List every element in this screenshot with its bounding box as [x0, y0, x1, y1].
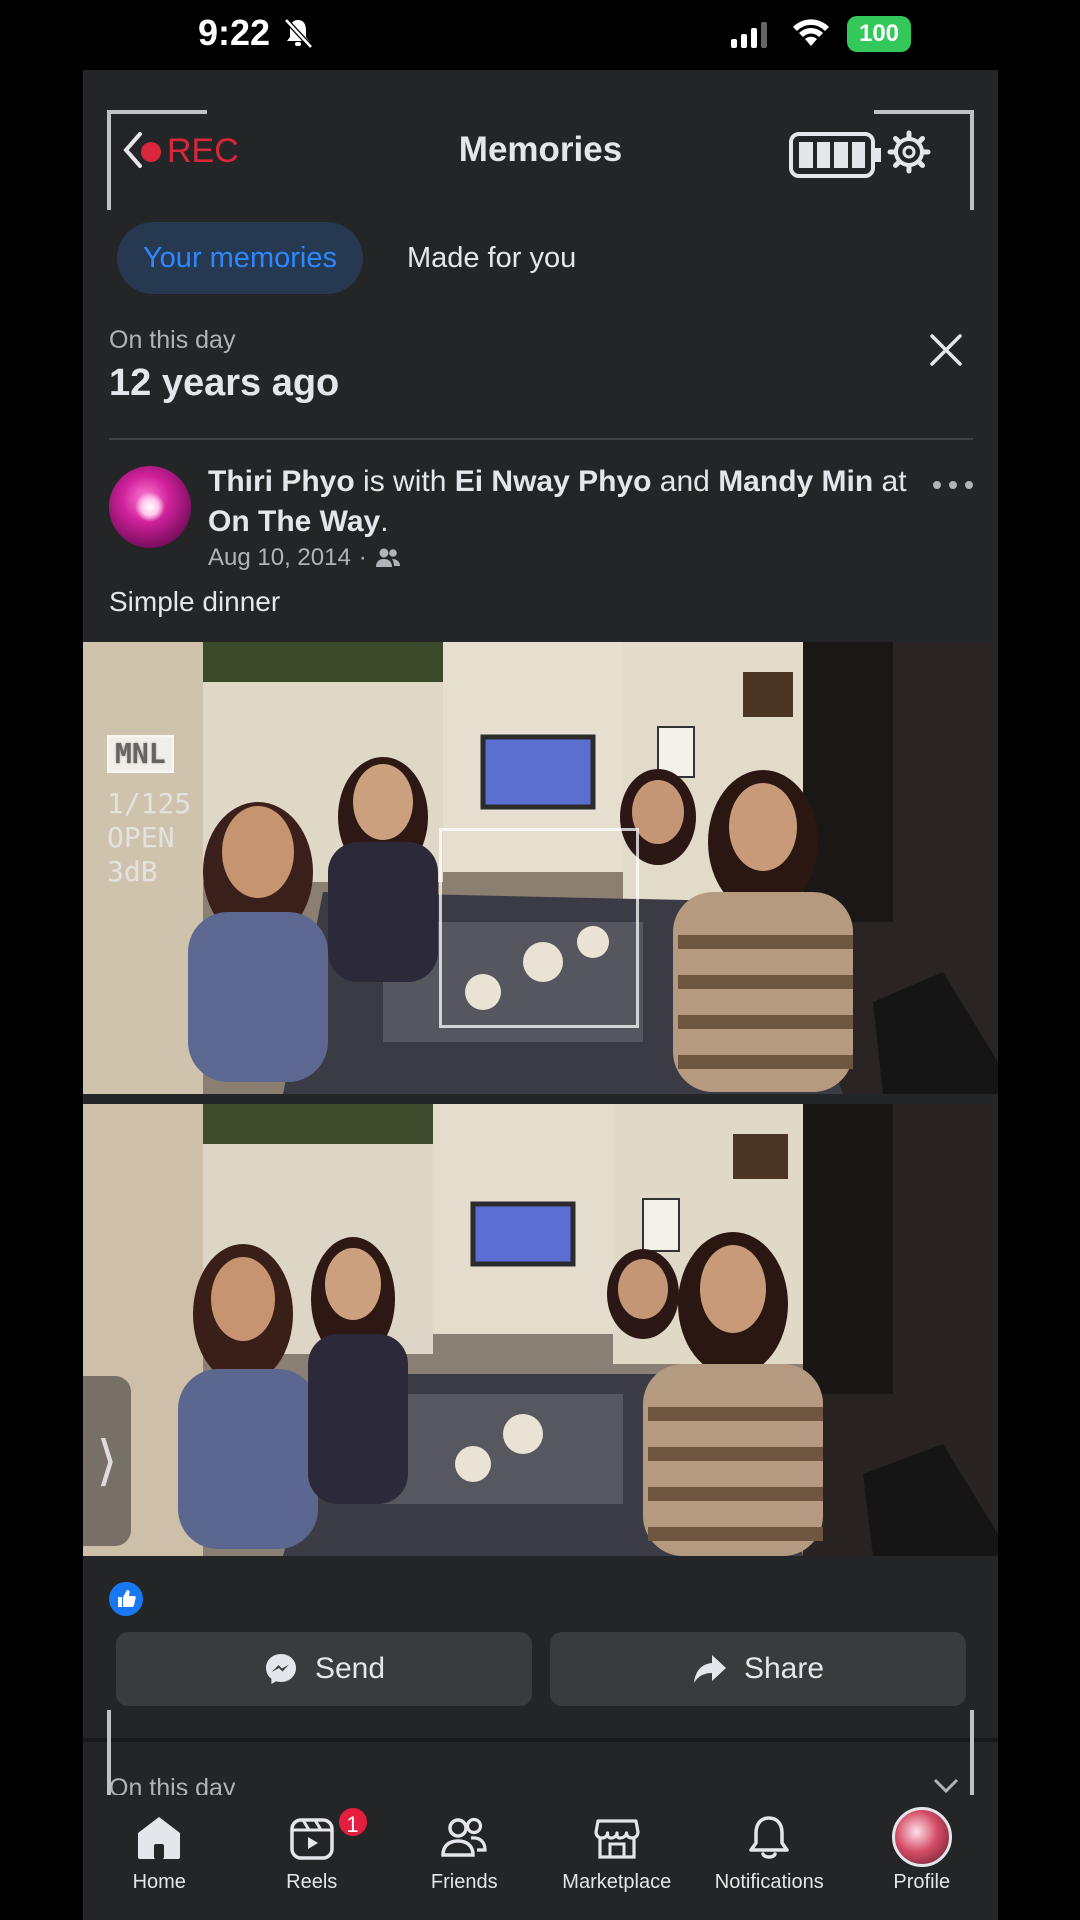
nav-home[interactable]: Home [83, 1795, 236, 1920]
status-bar: 9:22 100 [83, 0, 998, 70]
nav-reels[interactable]: 1 Reels [236, 1795, 389, 1920]
reels-badge: 1 [335, 1805, 370, 1839]
photo-gap [83, 1094, 998, 1104]
nav-label: Reels [286, 1871, 338, 1893]
share-arrow-icon [693, 1655, 726, 1683]
manual-mode-badge: MNL [107, 735, 174, 773]
messenger-icon [265, 1654, 296, 1684]
send-button[interactable]: Send [116, 1632, 532, 1706]
tagged-friend[interactable]: Mandy Min [718, 465, 873, 498]
tab-made-for-you[interactable]: Made for you [381, 222, 602, 294]
reels-icon [290, 1818, 334, 1860]
battery-indicator: 100 [847, 16, 911, 52]
at-connector: at [873, 465, 907, 498]
more-options-icon[interactable] [933, 470, 973, 500]
share-button[interactable]: Share [550, 1632, 966, 1706]
post-meta: Aug 10, 2014 · [208, 544, 401, 572]
friends-icon [441, 1817, 487, 1857]
wifi-icon [793, 19, 829, 46]
place-name[interactable]: On The Way [208, 505, 380, 538]
nav-friends[interactable]: Friends [388, 1795, 541, 1920]
memories-screen: 9:22 100 REC Memories Your memories Made… [83, 0, 998, 1920]
divider [109, 438, 973, 440]
section-separator [83, 1738, 998, 1742]
gain-value: 3dB [107, 855, 158, 888]
meta-separator: · [358, 544, 367, 571]
shutter-speed: 1/125 [107, 787, 192, 820]
home-icon [138, 1817, 181, 1859]
camera-settings-overlay: MNL 1/125 OPEN 3dB [107, 735, 191, 889]
years-ago-heading: 12 years ago [109, 362, 340, 404]
bell-icon [749, 1816, 789, 1859]
post-header-text: Thiri Phyo is with Ei Nway Phyo and Mand… [208, 462, 918, 542]
like-reaction-icon[interactable] [109, 1582, 143, 1616]
cellular-signal-icon [731, 22, 767, 48]
nav-profile[interactable]: Profile [846, 1795, 999, 1920]
status-time: 9:22 [198, 12, 271, 53]
nav-label: Profile [893, 1871, 951, 1893]
period: . [380, 505, 389, 538]
author-name[interactable]: Thiri Phyo [208, 465, 355, 498]
nav-marketplace[interactable]: Marketplace [541, 1795, 694, 1920]
tab-your-memories[interactable]: Your memories [117, 222, 363, 294]
and-connector: and [651, 465, 719, 498]
camera-battery-icon [789, 132, 881, 178]
close-icon[interactable] [926, 330, 966, 370]
with-connector: is with [354, 465, 455, 498]
right-letterbox [998, 0, 1080, 1920]
on-this-day-label: On this day [109, 326, 236, 354]
nav-label: Friends [430, 1871, 498, 1893]
marketplace-icon [594, 1819, 640, 1859]
aperture-value: OPEN [107, 821, 175, 854]
friends-audience-icon [375, 548, 400, 567]
nav-notifications[interactable]: Notifications [693, 1795, 846, 1920]
nav-label: Home [132, 1871, 186, 1893]
profile-avatar [891, 1807, 952, 1867]
nav-label: Notifications [714, 1871, 824, 1893]
nav-label: Marketplace [562, 1871, 672, 1893]
post-text: Simple dinner [109, 586, 281, 617]
post-actions: Send Share [116, 1632, 966, 1706]
share-label: Share [743, 1652, 825, 1685]
bottom-tab-bar: Home 1 Reels Friends Marketplace Notific… [83, 1795, 998, 1920]
post-photo[interactable] [83, 1104, 998, 1556]
gear-icon[interactable] [887, 130, 931, 174]
send-label: Send [314, 1652, 386, 1685]
focus-frame [439, 828, 639, 1028]
side-panel-handle[interactable]: ⟩ [83, 1376, 131, 1546]
author-avatar[interactable] [109, 466, 191, 548]
bell-muted-icon [284, 18, 313, 49]
tagged-friend[interactable]: Ei Nway Phyo [455, 465, 652, 498]
memory-tabs: Your memories Made for you [117, 222, 602, 294]
header: REC Memories [83, 70, 998, 220]
left-letterbox [0, 0, 83, 1920]
post-date[interactable]: Aug 10, 2014 [208, 544, 351, 572]
